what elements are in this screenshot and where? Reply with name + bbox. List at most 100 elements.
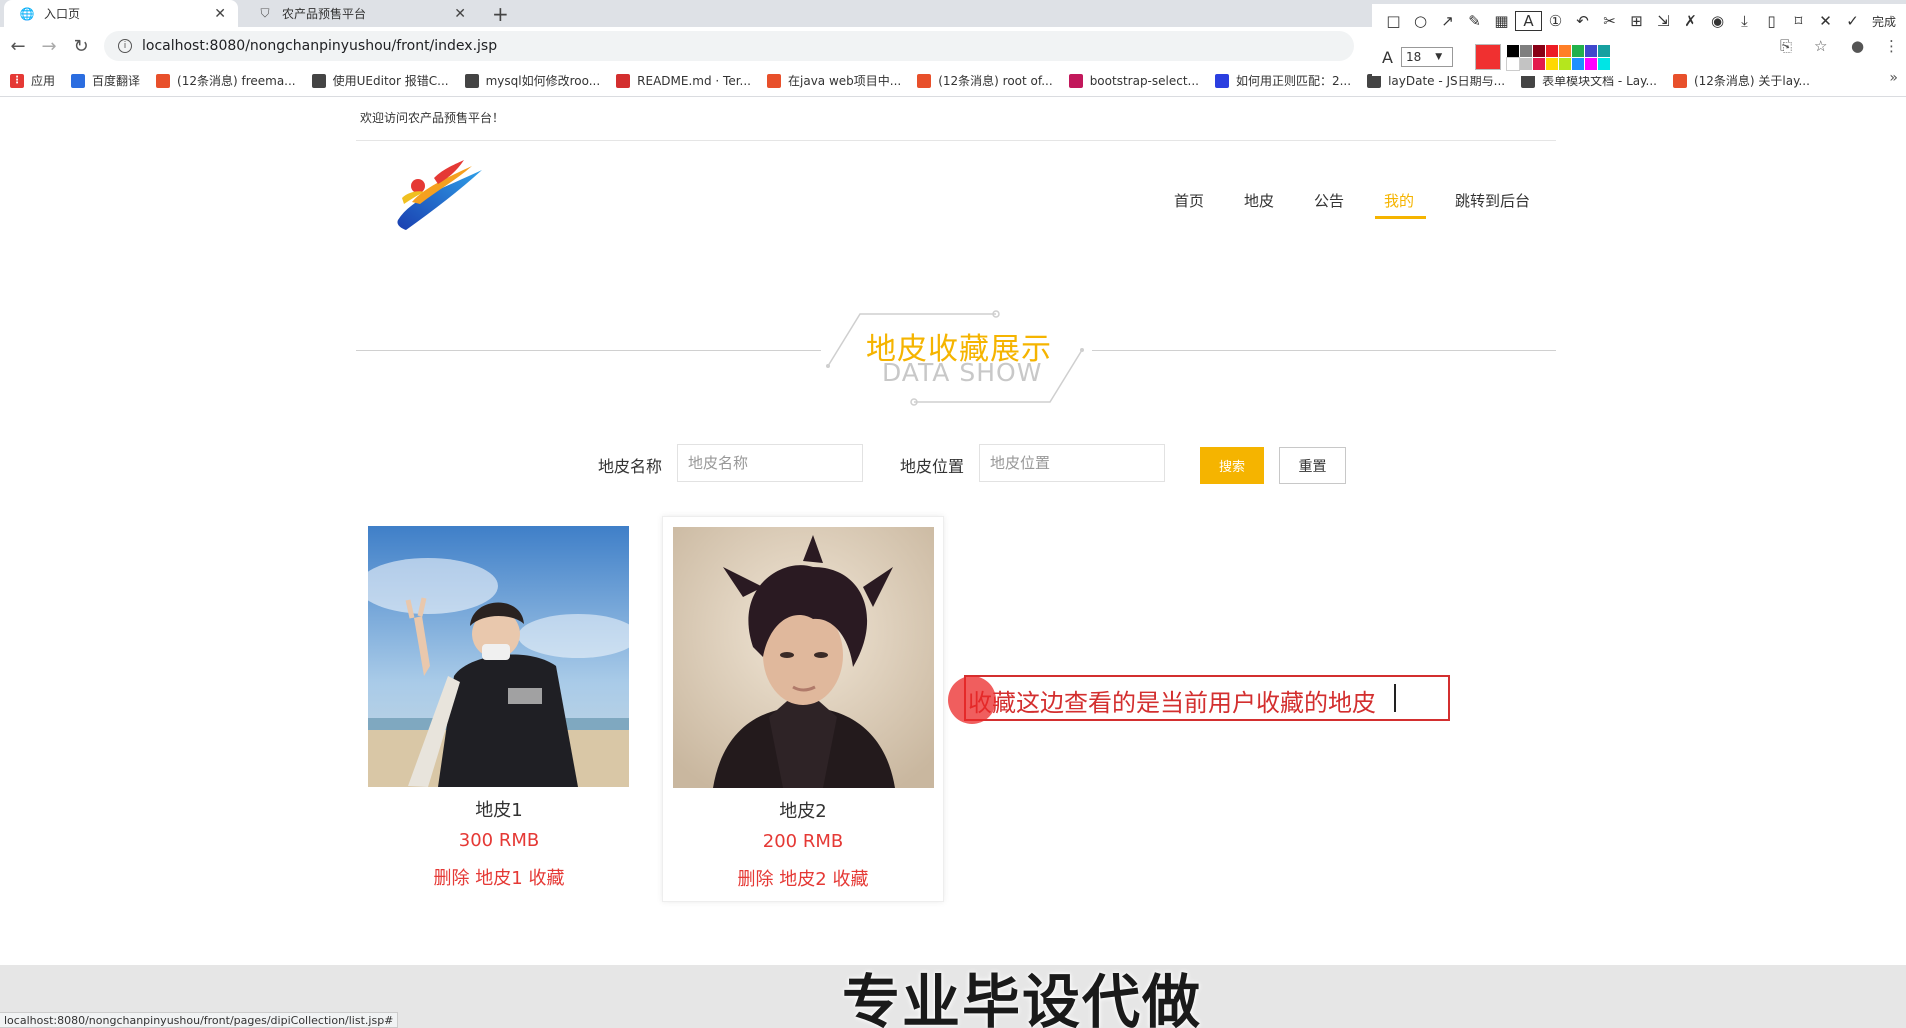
reload-icon[interactable]: ↻ [70,36,92,57]
current-color-swatch[interactable] [1474,44,1501,70]
delete-collection-link[interactable]: 删除 地皮1 收藏 [358,864,640,890]
bookmark-item[interactable]: README.md · Ter... [616,73,751,88]
section-subtitle: DATA SHOW [882,358,1043,387]
nav-notice[interactable]: 公告 [1314,190,1344,211]
url-field[interactable]: i localhost:8080/nongchanpinyushou/front… [104,31,1354,61]
reset-button[interactable]: 重置 [1279,447,1346,484]
check-icon[interactable]: ✓ [1839,12,1866,30]
bookmark-label: (12条消息) 关于lay... [1693,74,1810,88]
more-bookmarks-icon[interactable]: » [1889,70,1898,86]
undo-icon[interactable]: ↶ [1569,12,1596,30]
csdn-icon [917,73,932,88]
csdn-icon [767,73,781,88]
bookmark-item[interactable]: 百度翻译 [71,72,140,89]
land-location-input[interactable] [979,444,1165,482]
ocr-icon[interactable]: ⊞ [1623,12,1650,30]
bookmark-label: 使用UEditor 报错C... [332,74,449,88]
baidu-icon [1214,73,1229,88]
bookmark-item[interactable]: (12条消息) root of... [917,72,1053,89]
search-button[interactable]: 搜索 [1200,447,1264,484]
forward-icon[interactable]: → [38,36,60,57]
screenshot-text-options: A 18 ▼ [1372,38,1622,76]
menu-icon[interactable]: ⋮ [1884,37,1899,55]
land-card[interactable]: 地皮1 300 RMB 删除 地皮1 收藏 [358,516,640,902]
land-name: 地皮1 [475,800,523,821]
bookmark-item[interactable]: mysql如何修改roo... [464,72,600,89]
land-name-input[interactable] [677,444,863,482]
record-icon[interactable]: ◉ [1704,12,1731,30]
pen-icon[interactable]: ✎ [1461,12,1488,30]
shield-icon: ⛉ [260,6,270,20]
nav-admin[interactable]: 跳转到后台 [1455,190,1530,211]
link-icon [1068,73,1083,88]
pin-icon[interactable]: ✂ [1596,12,1623,30]
annotation-text: 收藏这边查看的是当前用户收藏的地皮 [968,689,1376,717]
pin-screen-icon[interactable]: ✗ [1677,12,1704,30]
globe-icon: 🌐 [19,6,35,21]
close-icon[interactable]: ✕ [1812,12,1839,30]
info-icon[interactable]: i [118,39,132,53]
phone-icon[interactable]: ▯ [1758,12,1785,30]
arrow-icon[interactable]: ↗ [1434,12,1461,30]
done-button[interactable]: 完成 [1872,13,1896,30]
tab-platform[interactable]: ⛉ 农产品预售平台 ✕ [242,0,478,27]
watermark-text: 专业毕设代做 [842,968,1203,1028]
csdn-icon [1672,73,1687,88]
bookmark-item[interactable]: 在java web项目中... [767,72,901,89]
new-tab-button[interactable]: + [492,2,509,26]
bookmark-label: (12条消息) freema... [177,74,296,88]
bookmark-label: 应用 [31,74,56,88]
back-icon[interactable]: ← [7,36,29,57]
land-card[interactable]: 地皮2 200 RMB 删除 地皮2 收藏 [662,516,944,902]
tab-label: 农产品预售平台 [282,7,367,21]
bookmark-item[interactable]: 如何用正则匹配：2... [1214,72,1351,89]
cursor-highlight [948,676,996,724]
name-label: 地皮名称 [598,457,663,476]
land-price: 200 RMB [762,831,844,852]
tab-label: 入口页 [44,7,81,21]
color-palette[interactable] [1505,44,1610,71]
close-icon[interactable]: ✕ [214,6,226,22]
bookmark-item[interactable]: 使用UEditor 报错C... [311,72,449,89]
bookmark-item[interactable]: (12条消息) freema... [156,72,296,89]
number-icon[interactable]: ① [1542,12,1569,30]
nav-land[interactable]: 地皮 [1244,190,1274,211]
translate-icon[interactable]: ⎘ [1780,37,1792,55]
bookmark-label: (12条消息) root of... [938,74,1053,88]
land-name: 地皮2 [779,801,827,822]
bookmark-item[interactable]: (12条消息) 关于lay... [1672,72,1810,89]
bookmark-item[interactable]: bootstrap-select... [1068,73,1199,88]
text-caret [1394,684,1396,712]
font-size-value: 18 [1405,50,1422,64]
apps-icon: ⋮ [10,73,24,88]
text-icon[interactable]: A [1515,11,1542,31]
land-image[interactable] [368,526,629,787]
profile-icon[interactable]: ● [1851,37,1864,55]
bookmark-label: 百度翻译 [92,74,141,88]
land-image[interactable] [673,527,934,788]
bookmark-item[interactable]: ⋮ 应用 [10,72,55,89]
nav-home[interactable]: 首页 [1174,190,1204,211]
welcome-text: 欢迎访问农产品预售平台！ [360,111,505,125]
gitee-icon [616,73,631,88]
site-logo[interactable] [394,158,490,232]
close-icon[interactable]: ✕ [454,6,466,22]
bookmark-label: bootstrap-select... [1089,73,1199,88]
download-icon[interactable]: ⤓ [1731,12,1758,30]
csdn-icon [156,73,171,88]
tab-entry[interactable]: 🌐 入口页 ✕ [4,0,238,27]
mosaic-icon[interactable]: ▦ [1488,12,1515,30]
nav-mine[interactable]: 我的 [1384,190,1414,211]
rectangle-icon[interactable]: □ [1380,12,1407,30]
chevron-down-icon: ▼ [1435,52,1443,62]
delete-collection-link[interactable]: 删除 地皮2 收藏 [663,865,943,891]
translate-icon [71,73,86,88]
scroll-capture-icon[interactable]: ⇲ [1650,12,1677,30]
font-size-select[interactable]: 18 ▼ [1400,47,1453,67]
url-text: localhost:8080/nongchanpinyushou/front/i… [142,38,498,54]
section-line-right [1092,350,1556,351]
ellipse-icon[interactable]: ○ [1407,12,1434,30]
star-icon[interactable]: ☆ [1814,37,1827,55]
screenshot-toolbar: □ ○ ↗ ✎ ▦ A ① ↶ ✂ ⊞ ⇲ ✗ ◉ ⤓ ▯ ⌑ ✕ ✓ 完成 [1372,4,1906,38]
bookmark-icon[interactable]: ⌑ [1785,12,1812,30]
